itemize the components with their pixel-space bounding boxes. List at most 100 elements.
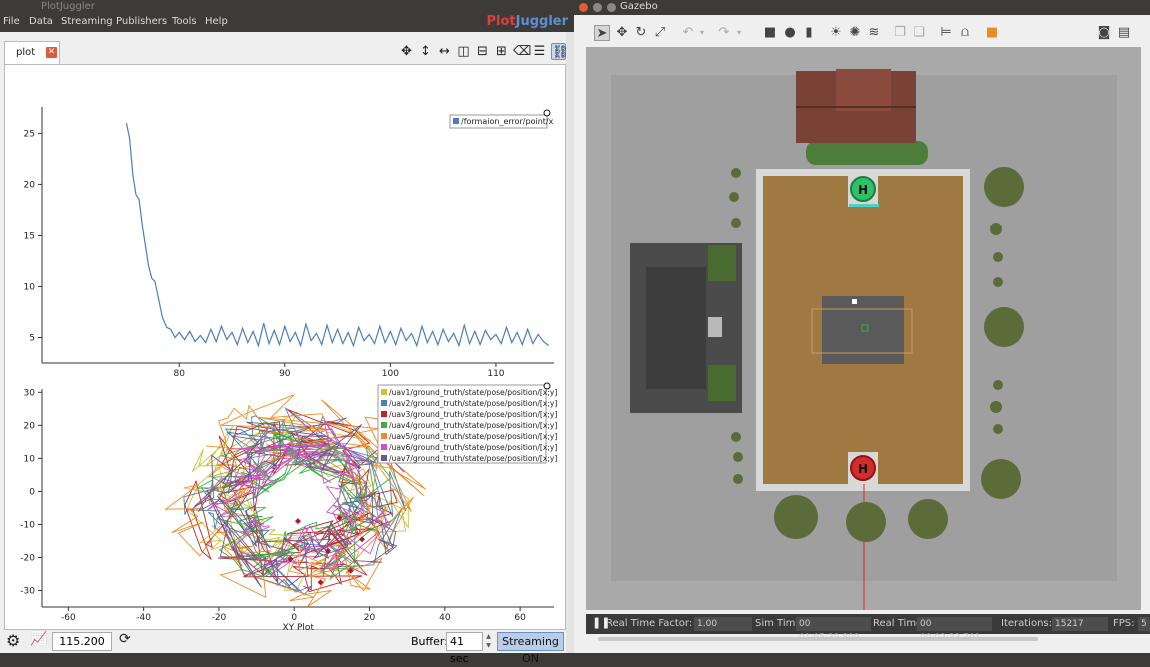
- menu-tools[interactable]: Tools: [172, 16, 197, 27]
- settings-gear-icon[interactable]: ⚙: [6, 631, 20, 650]
- iterations-label: Iterations:: [1001, 618, 1052, 629]
- gazebo-status-bar: ❚❚ Real Time Factor: 1.00 Sim Time: 00 0…: [586, 614, 1150, 643]
- menu-publishers[interactable]: Publishers: [116, 16, 167, 27]
- plotjuggler-logo: PlotJuggler: [486, 14, 568, 29]
- redo-icon[interactable]: ↷: [716, 25, 732, 41]
- cylinder-icon[interactable]: ▮: [801, 25, 817, 41]
- menu-file[interactable]: File: [3, 16, 20, 27]
- legend-swatch: [453, 118, 459, 124]
- legend-swatch: [381, 411, 387, 417]
- close-tab-icon[interactable]: ✕: [46, 47, 57, 58]
- gazebo-title-bar: Gazebo: [574, 0, 1150, 15]
- x-tick-label: 80: [174, 369, 186, 379]
- legend-swatch: [381, 433, 387, 439]
- buffer-input[interactable]: 41 sec: [446, 632, 483, 665]
- y-tick-label: 0: [29, 487, 35, 497]
- point-light-icon[interactable]: ✺: [847, 25, 863, 41]
- redo-dropdown-icon[interactable]: ▾: [731, 25, 747, 41]
- vertical-zoom-icon[interactable]: ↕: [418, 43, 433, 60]
- minimize-window-icon[interactable]: [593, 3, 602, 12]
- time-tracker-field[interactable]: 115.200: [52, 632, 112, 651]
- y-tick-label: -30: [20, 586, 35, 596]
- legend-label: /uav7/ground_truth/state/pose/position/[…: [389, 454, 557, 463]
- select-icon[interactable]: ➤: [594, 25, 610, 41]
- spot-light-icon[interactable]: ≋: [866, 25, 882, 41]
- legend-label: /uav2/ground_truth/state/pose/position/[…: [389, 399, 557, 408]
- sun-icon[interactable]: ☀: [828, 25, 844, 41]
- helipad-top-strip: [849, 204, 879, 207]
- box-icon[interactable]: ■: [762, 25, 778, 41]
- legend-label: /uav3/ground_truth/state/pose/position/[…: [389, 410, 557, 419]
- helipad-bottom-label: H: [858, 462, 868, 476]
- timeseries-plot[interactable]: 5 10 15 20 25 80 90 100 110/formaion_error/point…: [24, 107, 554, 379]
- copy-icon[interactable]: ❐: [892, 25, 908, 41]
- left-house-ridge: [646, 267, 706, 389]
- gazebo-toolbar: ➤ ✥ ↻ ⤢ ↶ ▾ ↷ ▾ ■ ● ▮ ☀ ✺ ≋ ❐ ❏ ⊨ ⩍ ■ ◙ …: [586, 22, 1146, 46]
- y-tick-label: -20: [20, 553, 35, 563]
- horizontal-zoom-icon[interactable]: ↔: [437, 43, 452, 60]
- scene-svg: H H: [611, 69, 1117, 610]
- snap-icon[interactable]: ⩍: [957, 25, 973, 41]
- left-house-garden-2: [708, 365, 736, 401]
- split-vertical-icon[interactable]: ⊟: [475, 43, 490, 60]
- screenshot-icon[interactable]: ◙: [1096, 25, 1112, 41]
- resize-handle: [543, 382, 551, 390]
- plot-toolbar: ✥ ↕ ↔ ◫ ⊟ ⊞ ⌫ ☰ ⛓: [399, 43, 569, 60]
- position-marker: [295, 518, 301, 525]
- add-plot-icon[interactable]: ⊞: [494, 43, 509, 60]
- y-tick-label: 25: [24, 129, 35, 139]
- gazebo-title: Gazebo: [620, 1, 658, 12]
- move-icon[interactable]: ✥: [399, 43, 414, 60]
- status-scrollbar[interactable]: [598, 637, 1038, 641]
- plot-area-container: plot ✕ ✥ ↕ ↔ ◫ ⊟ ⊞ ⌫ ☰ ⛓ 5 10 15 20 25 80 90 10…: [0, 32, 574, 633]
- menu-bar: File Data Streaming Publishers Tools Hel…: [0, 14, 574, 32]
- y-tick-label: -10: [20, 520, 35, 530]
- x-tick-label: 60: [514, 613, 526, 623]
- center-marker: [852, 299, 857, 304]
- paste-icon[interactable]: ❏: [911, 25, 927, 41]
- scale-icon[interactable]: ⤢: [652, 25, 668, 41]
- menu-help[interactable]: Help: [205, 16, 228, 27]
- y-tick-label: 10: [24, 454, 36, 464]
- y-tick-label: 15: [24, 231, 35, 241]
- plotjuggler-window: PlotJuggler File Data Streaming Publishe…: [0, 0, 574, 665]
- legend-icon[interactable]: ☰: [532, 43, 547, 60]
- gazebo-3d-viewport[interactable]: H H: [586, 47, 1141, 610]
- menu-streaming[interactable]: Streaming: [61, 16, 113, 27]
- translate-icon[interactable]: ✥: [614, 25, 630, 41]
- window-title: PlotJuggler: [41, 1, 95, 12]
- tab-label: plot: [16, 47, 36, 58]
- iterations-value: 15217: [1052, 617, 1108, 631]
- split-horizontal-icon[interactable]: ◫: [456, 43, 471, 60]
- clear-icon[interactable]: ⌫: [513, 43, 531, 60]
- link-icon[interactable]: ⛓: [551, 43, 569, 60]
- legend-label: /uav5/ground_truth/state/pose/position/[…: [389, 432, 557, 441]
- close-window-icon[interactable]: [579, 3, 588, 12]
- align-icon[interactable]: ⊨: [938, 25, 954, 41]
- log-icon[interactable]: ▤: [1116, 25, 1132, 41]
- fps-value: 5: [1138, 617, 1150, 631]
- streaming-toggle-button[interactable]: Streaming ON: [497, 632, 564, 665]
- y-tick-label: 20: [24, 421, 36, 431]
- legend-label: /uav4/ground_truth/state/pose/position/[…: [389, 421, 557, 430]
- left-house-garden: [708, 245, 736, 281]
- buffer-spin-arrows[interactable]: ▲ ▼: [484, 632, 493, 651]
- chart-icon[interactable]: 📈: [30, 631, 47, 647]
- buffer-label: Buffer:: [411, 635, 448, 648]
- sphere-icon[interactable]: ●: [782, 25, 798, 41]
- maximize-window-icon[interactable]: [607, 3, 616, 12]
- tab-plot[interactable]: plot ✕: [4, 41, 60, 64]
- menu-data[interactable]: Data: [29, 16, 53, 27]
- undo-dropdown-icon[interactable]: ▾: [694, 25, 710, 41]
- rotate-icon[interactable]: ↻: [633, 25, 649, 41]
- refresh-icon[interactable]: ⟳: [119, 631, 131, 647]
- window-divider[interactable]: [566, 32, 574, 653]
- color-icon[interactable]: ■: [984, 25, 1000, 41]
- legend-label: /formaion_error/point/x: [461, 117, 554, 126]
- legend-swatch: [381, 400, 387, 406]
- y-tick-label: 30: [24, 388, 36, 398]
- roof-dormer: [836, 69, 891, 111]
- xy-plot[interactable]: -30-20-100102030-60 -40 -20 0 20 40 60XY Plot/…: [20, 382, 557, 633]
- sim-time-value: 00 01:05:39.809: [796, 617, 871, 643]
- series-line: [125, 123, 550, 348]
